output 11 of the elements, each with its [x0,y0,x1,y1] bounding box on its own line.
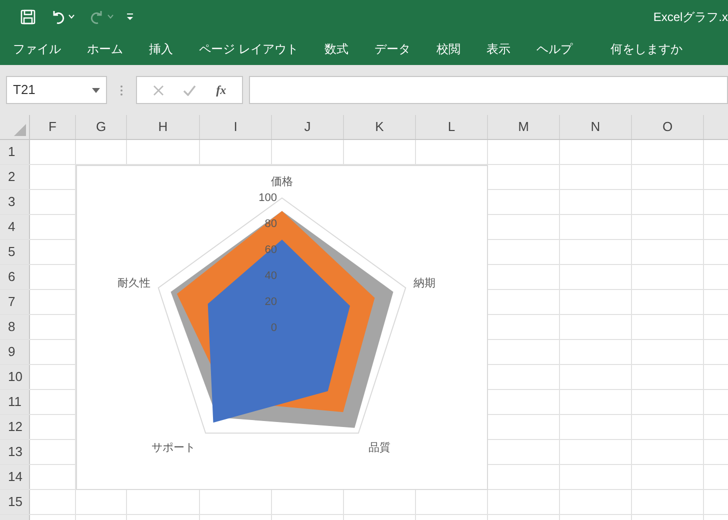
category-label: 納期 [414,278,436,290]
axis-tick-label: 100 [258,192,277,204]
category-label: サポート [152,442,196,454]
category-label: 品質 [368,442,390,454]
axis-tick-label: 20 [264,296,277,308]
axis-tick-label: 0 [270,322,277,334]
category-label: 価格 [271,176,293,188]
category-label: 耐久性 [117,278,150,290]
window-title: Excelグラフ.x [653,8,728,26]
axis-tick-label: 40 [264,270,277,282]
axis-tick-label: 80 [264,218,277,230]
